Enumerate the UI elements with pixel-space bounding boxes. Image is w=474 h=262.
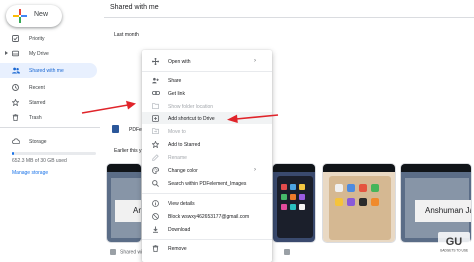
context-menu: Open with › Share Get link Show folder l… xyxy=(142,50,272,262)
thumbnail-name: Anshu xyxy=(133,206,141,215)
storage-used-text: 652.3 MB of 30 GB used xyxy=(12,158,67,164)
checkbox-priority-icon xyxy=(12,35,19,42)
sidebar-item-label: My Drive xyxy=(29,51,49,57)
svg-text:GU: GU xyxy=(446,236,463,248)
sidebar-item-storage[interactable]: Storage xyxy=(0,134,97,149)
expand-caret-icon[interactable] xyxy=(5,51,8,55)
section-earlier-this-year: Earlier this y xyxy=(114,148,142,154)
people-icon xyxy=(12,67,20,74)
star-icon xyxy=(11,98,20,107)
menu-item-get-link[interactable]: Get link xyxy=(142,87,272,99)
menu-divider xyxy=(142,193,272,194)
sidebar-item-priority[interactable]: Priority xyxy=(0,31,97,46)
menu-item-label: Move to xyxy=(168,128,186,135)
search-icon xyxy=(152,180,159,187)
folder-icon xyxy=(152,103,159,109)
sidebar-item-my-drive[interactable]: My Drive xyxy=(0,46,97,61)
trash-icon xyxy=(152,245,159,252)
sidebar-item-label: Starred xyxy=(29,100,46,106)
clock-icon xyxy=(12,84,19,91)
download-icon xyxy=(152,226,158,233)
menu-item-label: Get link xyxy=(168,90,185,97)
storage-progress-bar xyxy=(12,152,96,155)
sidebar-item-label: Trash xyxy=(29,115,42,121)
move-icon xyxy=(152,128,159,134)
thumbnail-card[interactable] xyxy=(272,163,316,243)
thumbnail-name: Anshuman Jain xyxy=(425,206,471,215)
watermark-logo: GU GADGETS TO USE xyxy=(438,232,470,254)
annotation-arrow-left xyxy=(81,100,136,114)
share-icon xyxy=(152,77,159,84)
page-title: Shared with me xyxy=(110,4,159,11)
plus-icon xyxy=(13,9,27,23)
annotation-arrow-right xyxy=(227,114,279,123)
folder-shared-icon xyxy=(284,249,290,255)
menu-item-label: Show folder location xyxy=(168,103,214,110)
file-name: PDFe xyxy=(129,127,142,133)
menu-divider xyxy=(142,239,272,240)
palette-icon xyxy=(152,166,160,175)
sidebar-item-label: Recent xyxy=(29,85,45,91)
bottom-item-icon xyxy=(284,249,290,255)
menu-item-share[interactable]: Share xyxy=(142,74,272,86)
sidebar-item-recent[interactable]: Recent xyxy=(0,80,97,95)
menu-item-label: Share xyxy=(168,77,182,84)
submenu-arrow-icon: › xyxy=(254,58,256,64)
thumbnail-card[interactable]: Anshu xyxy=(106,163,142,243)
menu-item-change-color[interactable]: Change color › xyxy=(142,164,272,176)
sidebar-item-label: Storage xyxy=(29,139,47,145)
link-icon xyxy=(152,90,160,96)
open-with-icon xyxy=(151,57,160,66)
menu-item-rename: Rename xyxy=(142,151,272,163)
menu-item-search-within[interactable]: Search within PDFelement_Images xyxy=(142,177,272,189)
section-last-month: Last month xyxy=(114,32,139,38)
sidebar: New Priority My Drive Shared with me Rec… xyxy=(0,0,104,262)
menu-item-remove[interactable]: Remove xyxy=(142,242,272,254)
menu-item-label: Add shortcut to Drive xyxy=(168,115,215,122)
cloud-icon xyxy=(12,138,21,145)
menu-item-block-user[interactable]: Block wswxy462653177@gmail.com xyxy=(142,210,272,222)
menu-item-label: Open with xyxy=(168,58,191,65)
rename-icon xyxy=(152,154,159,161)
sidebar-item-label: Priority xyxy=(29,36,45,42)
thumbnail-card[interactable]: Anshuman Jain xyxy=(400,163,472,243)
trash-icon xyxy=(12,114,19,121)
menu-item-label: Download xyxy=(168,226,191,233)
submenu-arrow-icon: › xyxy=(254,167,256,173)
block-icon xyxy=(152,213,159,220)
svg-text:GADGETS TO USE: GADGETS TO USE xyxy=(440,249,468,253)
new-button[interactable]: New xyxy=(6,5,62,27)
add-shortcut-icon xyxy=(152,115,159,122)
menu-item-move-to: Move to xyxy=(142,125,272,137)
info-icon xyxy=(152,200,159,207)
menu-item-label: Block wswxy462653177@gmail.com xyxy=(168,213,250,220)
menu-item-label: Search within PDFelement_Images xyxy=(168,180,247,187)
menu-item-download[interactable]: Download xyxy=(142,223,272,235)
menu-item-label: Add to Starred xyxy=(168,141,201,148)
sidebar-divider xyxy=(0,127,100,128)
thumbnail-card[interactable] xyxy=(322,163,396,243)
new-label: New xyxy=(34,11,49,18)
menu-item-label: View details xyxy=(168,200,195,207)
file-type-icon xyxy=(112,125,119,133)
menu-item-view-details[interactable]: View details xyxy=(142,197,272,209)
menu-item-label: Rename xyxy=(168,154,187,161)
my-drive-icon xyxy=(11,50,20,57)
menu-divider xyxy=(142,71,272,72)
menu-item-label: Change color xyxy=(168,167,198,174)
folder-shared-icon xyxy=(110,249,116,255)
menu-item-open-with[interactable]: Open with › xyxy=(142,55,272,67)
menu-item-label: Remove xyxy=(168,245,187,252)
sidebar-item-label: Shared with me xyxy=(29,68,64,74)
sidebar-item-shared-with-me[interactable]: Shared with me xyxy=(0,63,97,78)
menu-item-add-to-starred[interactable]: Add to Starred xyxy=(142,138,272,150)
storage-progress-fill xyxy=(12,152,14,155)
manage-storage-link[interactable]: Manage storage xyxy=(12,170,48,176)
header-divider xyxy=(104,17,474,18)
star-icon xyxy=(151,140,160,149)
